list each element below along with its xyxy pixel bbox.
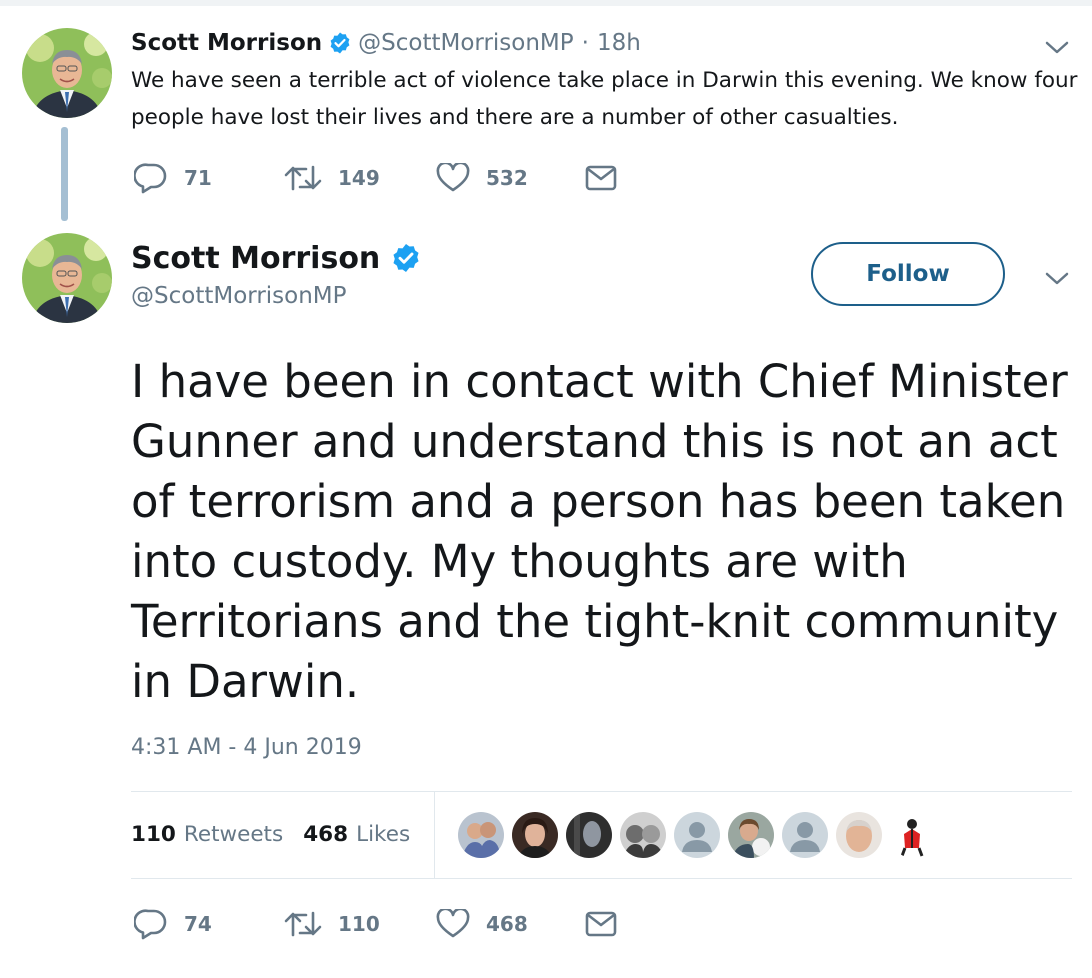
retweets-stat[interactable]: 110 Retweets [131, 822, 283, 847]
like-count: 532 [486, 166, 528, 190]
stats-divider [434, 792, 435, 878]
liker-avatar-default[interactable] [782, 812, 828, 858]
like-count: 468 [486, 912, 528, 936]
liker-avatar-default[interactable] [674, 812, 720, 858]
divider [131, 878, 1072, 879]
reply-count: 71 [184, 166, 212, 190]
direct-message-icon [585, 911, 617, 937]
retweet-count: 149 [338, 166, 380, 190]
tweet-timestamp[interactable]: 4:31 AM - 4 Jun 2019 [131, 735, 362, 760]
author-handle[interactable]: @ScottMorrisonMP [131, 283, 347, 309]
like-icon [436, 909, 470, 938]
parent-tweet-actions: 71 149 532 [134, 160, 618, 196]
author-name-row: Scott Morrison [131, 238, 428, 278]
tweet-actions: 74 110 468 [134, 906, 618, 942]
liker-avatar[interactable] [728, 812, 774, 858]
chevron-down-icon[interactable] [1044, 271, 1070, 287]
verified-badge-icon [328, 31, 352, 55]
retweet-count: 110 [338, 912, 380, 936]
liker-avatar[interactable] [512, 812, 558, 858]
tweet-page: Scott Morrison @ScottMorrisonMP · 18h We… [0, 0, 1092, 978]
follow-button[interactable]: Follow [811, 242, 1005, 306]
direct-message-icon [585, 165, 617, 191]
parent-tweet-text: We have seen a terrible act of violence … [131, 68, 1078, 130]
liker-avatars [458, 812, 944, 858]
reply-count: 74 [184, 912, 212, 936]
top-divider [0, 0, 1092, 6]
direct-message-button[interactable] [584, 906, 618, 942]
tweet-text: I have been in contact with Chief Minist… [131, 355, 1068, 708]
reply-button[interactable]: 71 [134, 160, 284, 196]
divider [131, 791, 1072, 792]
liker-avatar[interactable] [458, 812, 504, 858]
parent-author-name[interactable]: Scott Morrison [131, 30, 322, 56]
like-button[interactable]: 468 [436, 906, 584, 942]
likes-stat-count: 468 [303, 821, 349, 847]
verified-badge-icon [390, 242, 422, 274]
reply-icon [134, 163, 167, 194]
parent-author-avatar[interactable] [22, 28, 112, 118]
like-icon [436, 163, 470, 192]
liker-avatar[interactable] [620, 812, 666, 858]
retweet-icon [284, 911, 322, 937]
header-separator: · [581, 30, 589, 56]
retweets-stat-count: 110 [131, 821, 176, 847]
reply-button[interactable]: 74 [134, 906, 284, 942]
retweet-button[interactable]: 110 [284, 906, 436, 942]
parent-tweet-header: Scott Morrison @ScottMorrisonMP · 18h [131, 28, 641, 58]
likes-stat-label: Likes [356, 821, 411, 847]
author-avatar[interactable] [22, 233, 112, 323]
reply-icon [134, 909, 167, 940]
parent-tweet-time[interactable]: 18h [597, 30, 641, 56]
tweet-stats: 110 Retweets 468 Likes [131, 817, 430, 851]
parent-author-handle[interactable]: @ScottMorrisonMP [358, 30, 574, 56]
liker-avatar[interactable] [890, 812, 936, 858]
liker-avatar[interactable] [836, 812, 882, 858]
like-button[interactable]: 532 [436, 160, 584, 196]
author-name[interactable]: Scott Morrison [131, 241, 380, 276]
chevron-down-icon[interactable] [1044, 40, 1070, 56]
liker-avatar[interactable] [566, 812, 612, 858]
retweet-button[interactable]: 149 [284, 160, 436, 196]
retweets-stat-label: Retweets [183, 821, 284, 847]
likes-stat[interactable]: 468 Likes [303, 822, 410, 847]
direct-message-button[interactable] [584, 160, 618, 196]
thread-connector-line [61, 127, 68, 221]
retweet-icon [284, 165, 322, 191]
